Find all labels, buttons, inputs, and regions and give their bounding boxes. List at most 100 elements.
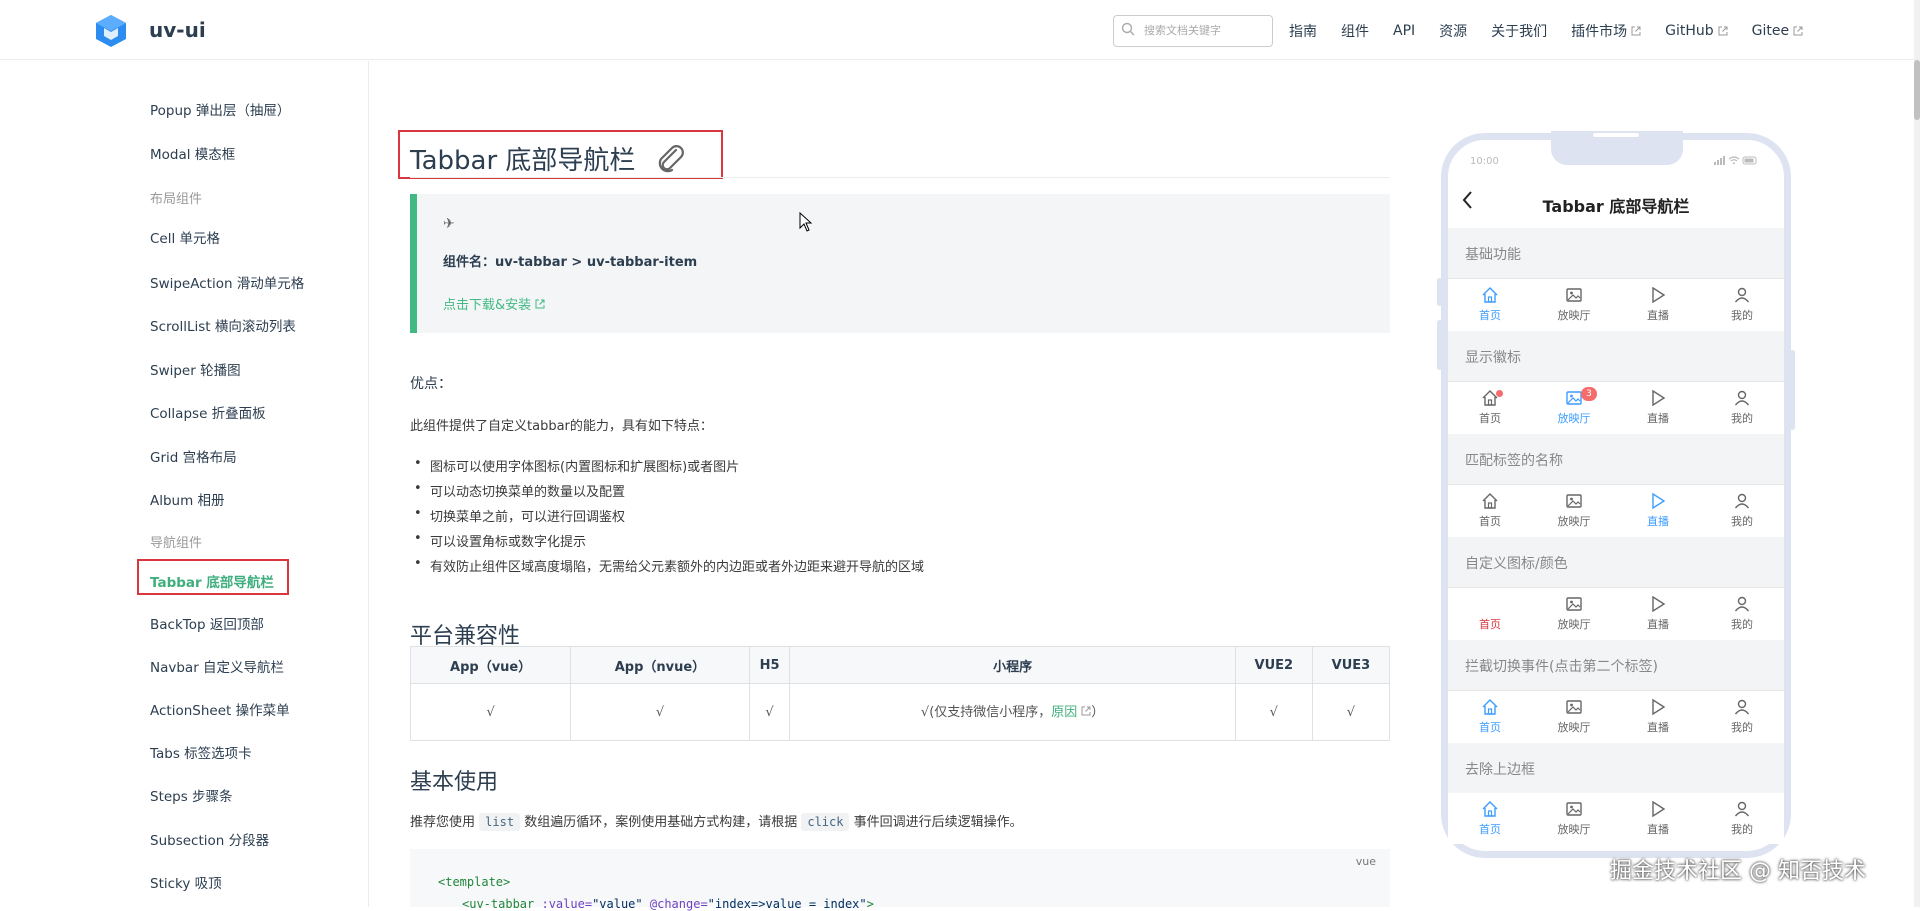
sidebar-group-label: 布局组件 bbox=[150, 192, 203, 207]
code-token: @change= bbox=[649, 897, 708, 911]
tabbar-item-label: 首页 bbox=[1479, 721, 1501, 734]
tabbar-item[interactable]: 放映厅 bbox=[1532, 800, 1616, 837]
tabbar-item-label: 直播 bbox=[1647, 412, 1669, 425]
page-scrollbar[interactable] bbox=[1914, 0, 1920, 907]
tabbar-item[interactable]: 直播 bbox=[1616, 698, 1700, 735]
tabbar-item[interactable]: 直播 bbox=[1616, 492, 1700, 529]
sidebar: Popup 弹出层（抽屉） Modal 模态框布局组件 Cell 单元格 SwipeA… bbox=[0, 61, 369, 907]
user-icon bbox=[1734, 287, 1750, 303]
sidebar-item[interactable]: SwipeAction 滑动单元格 bbox=[150, 272, 304, 292]
nav-item-label: GitHub bbox=[1665, 23, 1714, 39]
tabbar-item[interactable]: 我的 bbox=[1700, 492, 1784, 529]
tabbar-item[interactable]: 直播 bbox=[1616, 800, 1700, 837]
code-line: <uv-tabbar :value="value" @change="index… bbox=[462, 897, 874, 911]
nav-item-label: 关于我们 bbox=[1491, 24, 1548, 40]
uv-ui-logo-icon[interactable] bbox=[94, 14, 128, 48]
tabbar-item[interactable]: 首页 bbox=[1448, 389, 1532, 426]
basic-desc-1: 推荐您使用 bbox=[410, 815, 476, 830]
tabbar-item[interactable]: 我的 bbox=[1700, 286, 1784, 323]
tabbar-item[interactable]: 首页 bbox=[1448, 800, 1532, 837]
nav-item-6[interactable]: GitHub bbox=[1665, 21, 1728, 41]
brand-name[interactable]: uv-ui bbox=[149, 18, 206, 42]
tabbar-item[interactable]: 我的 bbox=[1700, 698, 1784, 735]
play-icon bbox=[1652, 800, 1666, 818]
tabbar-item-label: 首页 bbox=[1479, 515, 1501, 528]
tabbar-item[interactable]: 首页 bbox=[1448, 286, 1532, 323]
nav-item-label: 资源 bbox=[1439, 24, 1468, 40]
sidebar-item[interactable]: Popup 弹出层（抽屉） bbox=[150, 99, 290, 119]
phone-section-label: 显示徽标 bbox=[1465, 350, 1521, 366]
sidebar-item[interactable]: Modal 模态框 bbox=[150, 143, 235, 163]
nav-item-2[interactable]: API bbox=[1393, 21, 1415, 41]
sidebar-item[interactable]: Sticky 吸顶 bbox=[150, 872, 222, 892]
code-line: <template> bbox=[438, 875, 510, 889]
nav-item-3[interactable]: 资源 bbox=[1439, 21, 1467, 41]
tabbar-item-label: 我的 bbox=[1731, 618, 1753, 631]
sidebar-item[interactable]: Album 相册 bbox=[150, 489, 225, 509]
tabbar-item-label: 首页 bbox=[1479, 412, 1501, 425]
plane-icon: ✈ bbox=[443, 216, 455, 232]
phone-section-header: 显示徽标 bbox=[1448, 331, 1784, 381]
tabbar-item[interactable]: 我的 bbox=[1700, 389, 1784, 426]
search-input[interactable]: 搜索文档关键字 bbox=[1113, 15, 1273, 47]
phone-page-title: Tabbar 底部导航栏 bbox=[1542, 197, 1690, 216]
tabbar-item[interactable]: 放映厅 bbox=[1532, 595, 1616, 632]
mouse-cursor-icon bbox=[799, 212, 813, 232]
nav-item-4[interactable]: 关于我们 bbox=[1491, 21, 1547, 41]
nav-item-label: 组件 bbox=[1341, 24, 1369, 40]
sidebar-item[interactable]: Subsection 分段器 bbox=[150, 829, 269, 849]
phone-side-button bbox=[1437, 320, 1442, 370]
sidebar-item[interactable]: ActionSheet 操作菜单 bbox=[150, 699, 290, 719]
sidebar-item[interactable]: Navbar 自定义导航栏 bbox=[150, 656, 284, 676]
play-icon bbox=[1652, 389, 1666, 407]
external-link-icon bbox=[1081, 706, 1091, 715]
sidebar-item[interactable]: BackTop 返回顶部 bbox=[150, 613, 264, 633]
compat-header: H5 bbox=[748, 646, 791, 684]
phone-side-button bbox=[1437, 278, 1442, 306]
nav-item-5[interactable]: 插件市场 bbox=[1571, 21, 1641, 41]
tabbar-item-label: 我的 bbox=[1731, 515, 1753, 528]
inline-code-list: list bbox=[479, 813, 521, 831]
miniapp-note-tail: ） bbox=[1091, 704, 1105, 720]
tabbar-item[interactable]: 放映厅 bbox=[1532, 698, 1616, 735]
code-token: <uv-tabbar bbox=[462, 897, 535, 911]
title-divider bbox=[410, 177, 1390, 178]
reason-link[interactable]: 原因 bbox=[1051, 705, 1091, 720]
tabbar-item[interactable]: 首页 bbox=[1448, 698, 1532, 735]
phone-section-header: 基础功能 bbox=[1448, 228, 1784, 278]
tabbar-item[interactable]: 首页 bbox=[1448, 595, 1532, 632]
tabbar-item[interactable]: 放映厅 bbox=[1532, 492, 1616, 529]
code-block[interactable]: vue <template> <uv-tabbar :value="value"… bbox=[410, 849, 1390, 911]
nav-item-0[interactable]: 指南 bbox=[1289, 21, 1317, 41]
tabbar-item[interactable]: 我的 bbox=[1700, 595, 1784, 632]
phone-side-button bbox=[1790, 350, 1795, 430]
intro-text: 此组件提供了自定义tabbar的能力，具有如下特点： bbox=[410, 419, 713, 434]
sidebar-item[interactable]: Swiper 轮播图 bbox=[150, 359, 241, 379]
sidebar-item[interactable]: Collapse 折叠面板 bbox=[150, 402, 266, 422]
sidebar-item[interactable]: Tabs 标签选项卡 bbox=[150, 742, 252, 762]
tabbar-item[interactable]: 首页 bbox=[1448, 492, 1532, 529]
feature-item: 可以设置角标或数字化提示 bbox=[414, 531, 924, 556]
tabbar-item[interactable]: 放映厅 bbox=[1532, 286, 1616, 323]
tabbar-item[interactable]: 我的 bbox=[1700, 800, 1784, 837]
page-scrollbar-thumb[interactable] bbox=[1914, 60, 1920, 120]
compat-header: VUE2 bbox=[1234, 646, 1313, 684]
sidebar-item[interactable]: Cell 单元格 bbox=[150, 227, 220, 247]
image-icon bbox=[1566, 802, 1582, 816]
nav-item-7[interactable]: Gitee bbox=[1752, 21, 1803, 41]
phone-tabbar: 首页 放映厅 直播 我的 bbox=[1448, 484, 1784, 535]
tabbar-item[interactable]: 3 放映厅 bbox=[1532, 387, 1616, 426]
compat-cell-miniapp: √(仅支持微信小程序，原因 ） bbox=[789, 683, 1236, 741]
nav-item-1[interactable]: 组件 bbox=[1341, 21, 1369, 41]
tabbar-item[interactable]: 直播 bbox=[1616, 595, 1700, 632]
sidebar-item[interactable]: Steps 步骤条 bbox=[150, 785, 233, 805]
tabbar-item[interactable]: 直播 bbox=[1616, 286, 1700, 323]
compat-cell: √ bbox=[1234, 683, 1313, 741]
tabbar-item-label: 放映厅 bbox=[1557, 412, 1591, 425]
sidebar-item[interactable]: ScrollList 横向滚动列表 bbox=[150, 315, 296, 335]
download-install-link[interactable]: 点击下载&安装 bbox=[443, 294, 545, 313]
home-icon bbox=[1482, 801, 1498, 817]
sidebar-item[interactable]: Grid 宫格布局 bbox=[150, 446, 237, 466]
tabbar-item[interactable]: 直播 bbox=[1616, 389, 1700, 426]
paperclip-icon[interactable] bbox=[654, 143, 686, 173]
